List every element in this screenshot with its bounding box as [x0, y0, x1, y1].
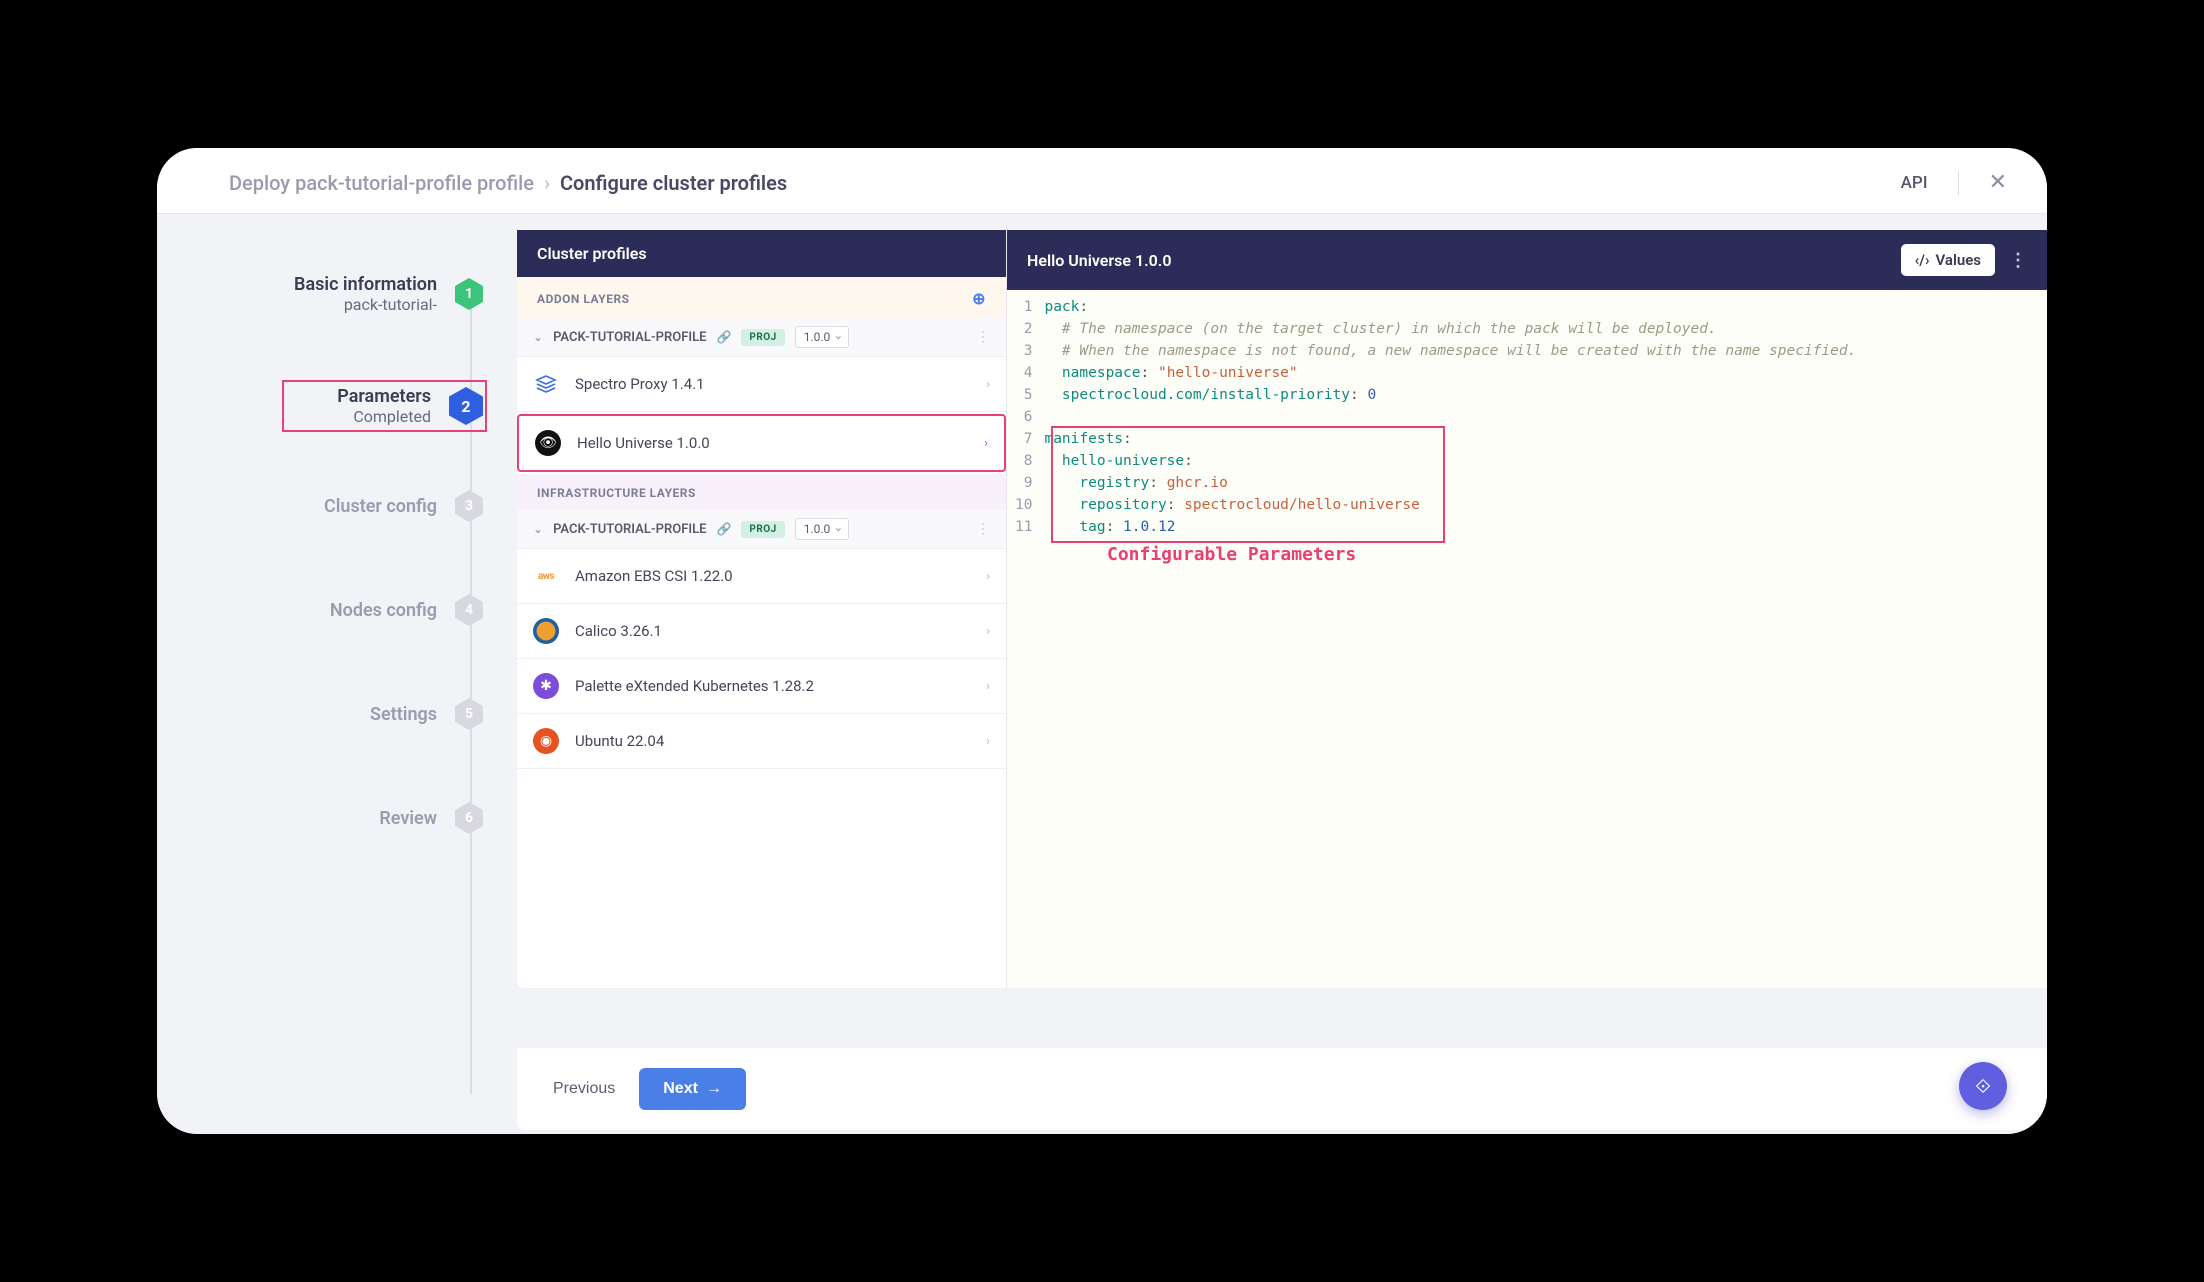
profile-row[interactable]: ⌄ PACK-TUTORIAL-PROFILE 🔗 PROJ 1.0.0 ⋮ [517, 318, 1006, 357]
step-hex-icon: 6 [455, 802, 483, 834]
ubuntu-icon: ◉ [533, 728, 559, 754]
help-icon: ⟐ [1975, 1074, 1991, 1098]
step-hex-icon: 2 [449, 387, 483, 425]
breadcrumb: Deploy pack-tutorial-profile profile › C… [229, 171, 787, 195]
stepper: Basic information pack-tutorial- 1 Param… [157, 214, 497, 1130]
profile-row[interactable]: ⌄ PACK-TUTORIAL-PROFILE 🔗 PROJ 1.0.0 ⋮ [517, 510, 1006, 549]
panel-header: Hello Universe 1.0.0 ‹/› Values ⋮ [1007, 230, 2047, 290]
editor-panel: Hello Universe 1.0.0 ‹/› Values ⋮ [1007, 230, 2047, 988]
code-content[interactable]: pack: # The namespace (on the target clu… [1044, 290, 2047, 544]
link-icon: 🔗 [716, 330, 731, 344]
step-settings[interactable]: Settings 5 [157, 698, 497, 730]
version-select[interactable]: 1.0.0 [795, 518, 850, 540]
layer-ubuntu[interactable]: ◉ Ubuntu 22.04 › [517, 714, 1006, 769]
panel-title: Cluster profiles [537, 244, 647, 263]
more-icon[interactable]: ⋮ [2009, 250, 2027, 271]
hello-icon: 👁 [535, 430, 561, 456]
chevron-right-icon: › [986, 734, 990, 749]
panel-header: Cluster profiles [517, 230, 1006, 277]
calico-icon [533, 618, 559, 644]
step-title: Nodes config [330, 600, 437, 621]
breadcrumb-current: Configure cluster profiles [560, 171, 787, 195]
layer-pxk[interactable]: ✱ Palette eXtended Kubernetes 1.28.2 › [517, 659, 1006, 714]
code-icon: ‹/› [1915, 251, 1930, 269]
step-title: Review [379, 808, 437, 829]
step-title: Parameters [337, 386, 431, 407]
step-hex-icon: 3 [455, 490, 483, 522]
proj-badge: PROJ [741, 521, 784, 538]
divider [1958, 171, 1959, 195]
step-sub: Completed [337, 407, 431, 426]
profile-name: PACK-TUTORIAL-PROFILE [553, 330, 706, 345]
configurable-params-label: Configurable Parameters [1107, 544, 1356, 566]
layer-name: Ubuntu 22.04 [575, 732, 664, 750]
step-nodes-config[interactable]: Nodes config 4 [157, 594, 497, 626]
code-editor[interactable]: 1234567891011 pack: # The namespace (on … [1007, 290, 2047, 988]
step-parameters[interactable]: Parameters Completed 2 [157, 386, 497, 426]
step-title: Cluster config [324, 496, 437, 517]
line-numbers: 1234567891011 [1007, 290, 1044, 544]
layer-hello-universe[interactable]: 👁 Hello Universe 1.0.0 › [517, 414, 1006, 472]
profile-name: PACK-TUTORIAL-PROFILE [553, 522, 706, 537]
proxy-icon [533, 371, 559, 397]
step-hex-icon: 4 [455, 594, 483, 626]
footer: Previous Next → [517, 1048, 2047, 1130]
next-button[interactable]: Next → [639, 1068, 746, 1110]
breadcrumb-prefix[interactable]: Deploy pack-tutorial-profile profile [229, 171, 534, 195]
chevron-right-icon: › [986, 624, 990, 639]
step-basic-info[interactable]: Basic information pack-tutorial- 1 [157, 274, 497, 314]
step-title: Settings [370, 704, 437, 725]
arrow-right-icon: → [706, 1080, 722, 1098]
chevron-right-icon: › [986, 679, 990, 694]
infra-layers-label: INFRASTRUCTURE LAYERS [517, 474, 1006, 510]
version-select[interactable]: 1.0.0 [795, 326, 850, 348]
add-icon[interactable]: ⊕ [972, 289, 986, 308]
chevron-down-icon: ⌄ [533, 522, 543, 536]
step-hex-icon: 5 [455, 698, 483, 730]
addon-layers-label: ADDON LAYERS ⊕ [517, 277, 1006, 318]
link-icon: 🔗 [716, 522, 731, 536]
aws-icon: aws [533, 563, 559, 589]
chevron-down-icon: ⌄ [533, 330, 543, 344]
previous-button[interactable]: Previous [545, 1070, 623, 1108]
chevron-right-icon: › [984, 436, 988, 451]
step-title: Basic information [294, 274, 437, 295]
step-review[interactable]: Review 6 [157, 802, 497, 834]
more-icon[interactable]: ⋮ [976, 521, 990, 537]
layer-amazon-ebs[interactable]: aws Amazon EBS CSI 1.22.0 › [517, 549, 1006, 604]
layer-name: Amazon EBS CSI 1.22.0 [575, 567, 733, 585]
pxk-icon: ✱ [533, 673, 559, 699]
step-hex-icon: 1 [455, 278, 483, 310]
header: Deploy pack-tutorial-profile profile › C… [157, 148, 2047, 214]
editor-title: Hello Universe 1.0.0 [1027, 251, 1172, 270]
layer-name: Hello Universe 1.0.0 [577, 434, 710, 452]
step-sub: pack-tutorial- [294, 295, 437, 314]
close-icon[interactable]: ✕ [1989, 170, 2007, 195]
layer-calico[interactable]: Calico 3.26.1 › [517, 604, 1006, 659]
chevron-right-icon: › [986, 377, 990, 392]
values-button[interactable]: ‹/› Values [1901, 244, 1995, 276]
layer-name: Spectro Proxy 1.4.1 [575, 375, 705, 393]
chevron-right-icon: › [544, 171, 550, 195]
cluster-profiles-panel: Cluster profiles ADDON LAYERS ⊕ ⌄ PACK-T… [517, 230, 1007, 988]
help-fab[interactable]: ⟐ [1959, 1062, 2007, 1110]
layer-name: Calico 3.26.1 [575, 622, 662, 640]
proj-badge: PROJ [741, 329, 784, 346]
more-icon[interactable]: ⋮ [976, 329, 990, 345]
layer-name: Palette eXtended Kubernetes 1.28.2 [575, 677, 814, 695]
api-link[interactable]: API [1901, 173, 1928, 193]
layer-spectro-proxy[interactable]: Spectro Proxy 1.4.1 › [517, 357, 1006, 412]
chevron-right-icon: › [986, 569, 990, 584]
step-cluster-config[interactable]: Cluster config 3 [157, 490, 497, 522]
